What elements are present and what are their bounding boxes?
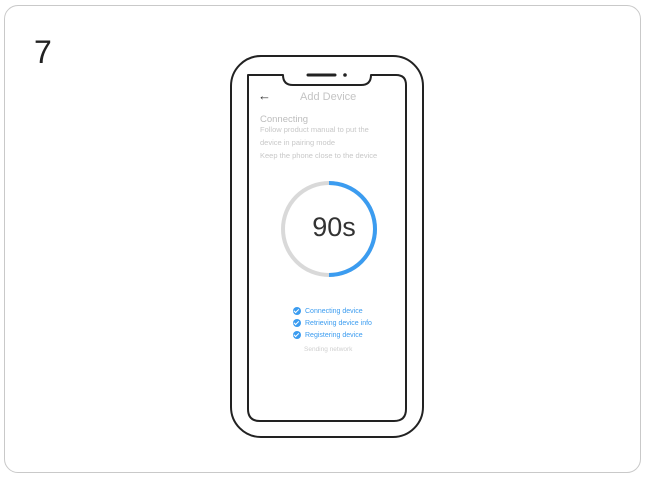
step-item-connecting: Connecting device bbox=[293, 307, 363, 315]
check-circle-icon bbox=[293, 307, 301, 315]
check-circle-icon bbox=[293, 319, 301, 327]
instruction-line: device in pairing mode bbox=[260, 138, 336, 147]
screen-title: Add Device bbox=[300, 91, 357, 103]
countdown-timer: 90s bbox=[312, 212, 356, 242]
connecting-heading: Connecting bbox=[260, 114, 309, 125]
instruction-line: Follow product manual to put the bbox=[260, 125, 369, 134]
step-item-registering: Registering device bbox=[293, 331, 363, 339]
check-circle-icon bbox=[293, 331, 301, 339]
back-arrow-icon[interactable]: ← bbox=[258, 88, 271, 103]
front-camera bbox=[343, 73, 347, 77]
step-label: Retrieving device info bbox=[305, 319, 372, 327]
step-item-retrieving: Retrieving device info bbox=[293, 319, 372, 327]
step-label: Connecting device bbox=[305, 307, 363, 315]
step-label: Registering device bbox=[305, 331, 363, 339]
step-item-pending: Sending network bbox=[304, 346, 353, 353]
instruction-line: Keep the phone close to the device bbox=[260, 151, 378, 160]
